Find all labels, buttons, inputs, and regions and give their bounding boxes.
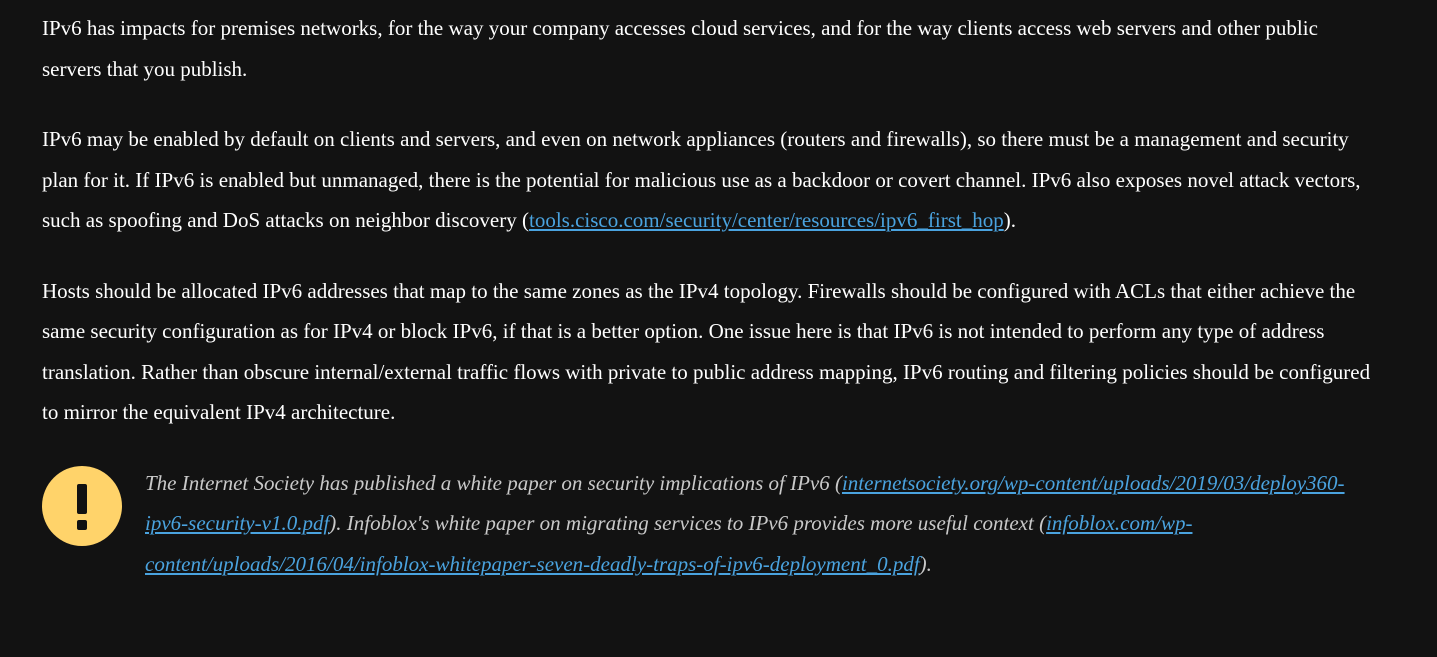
callout-text-part-1: The Internet Society has published a whi… xyxy=(145,470,842,495)
callout-text-part-3: ). xyxy=(919,551,932,576)
article-content: IPv6 has impacts for premises networks, … xyxy=(42,8,1382,584)
exclamation-icon xyxy=(42,465,122,546)
callout-note: The Internet Society has published a whi… xyxy=(42,463,1382,585)
paragraph-ipv6-impacts: IPv6 has impacts for premises networks, … xyxy=(42,16,1318,81)
paragraph-ipv6-addressing: Hosts should be allocated IPv6 addresses… xyxy=(42,278,1371,425)
paragraph-ipv6-management: IPv6 may be enabled by default on client… xyxy=(42,119,1382,241)
callout-text: The Internet Society has published a whi… xyxy=(145,463,1345,585)
callout-text-part-2: ). Infoblox's white paper on migrating s… xyxy=(329,511,1047,535)
paragraph-ipv6-management-end: ). xyxy=(1003,208,1016,232)
cisco-first-hop-link[interactable]: tools.cisco.com/security/center/resource… xyxy=(529,208,1004,232)
